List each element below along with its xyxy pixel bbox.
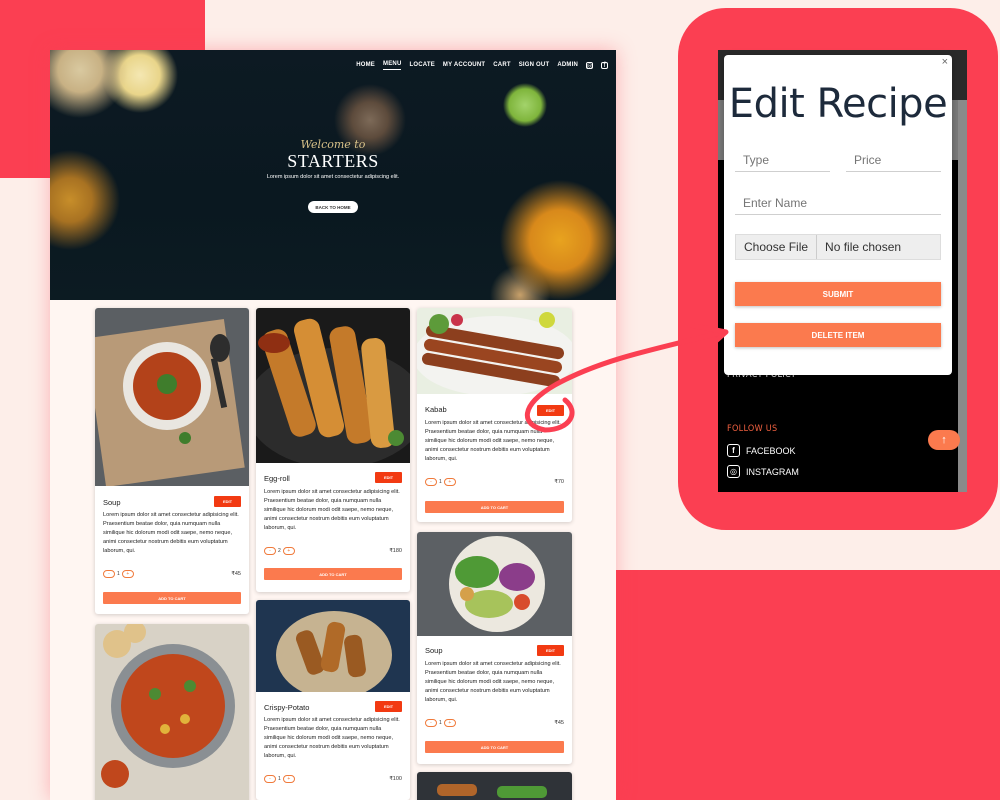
nav-menu[interactable]: MENU bbox=[383, 61, 402, 70]
hero-subtitle: Lorem ipsum dolor sit amet consectetur a… bbox=[266, 174, 400, 180]
increment-button[interactable]: + bbox=[282, 775, 295, 783]
price: ₹100 bbox=[389, 776, 402, 782]
card-title: Soup bbox=[425, 646, 443, 655]
card-description: Lorem ipsum dolor sit amet consectetur a… bbox=[103, 512, 239, 554]
quantity-value: 2 bbox=[278, 548, 281, 554]
quantity-value: 1 bbox=[117, 571, 120, 577]
instagram-link[interactable]: ◎ INSTAGRAM bbox=[727, 465, 799, 478]
facebook-icon[interactable]: f bbox=[601, 62, 608, 69]
card-title: Kabab bbox=[425, 405, 447, 414]
quantity-value: 1 bbox=[439, 479, 442, 485]
increment-button[interactable]: + bbox=[282, 547, 295, 555]
delete-item-button[interactable]: DELETE ITEM bbox=[735, 323, 941, 347]
add-to-cart-button[interactable]: ADD TO CART bbox=[264, 568, 402, 580]
follow-us-heading: FOLLOW US bbox=[727, 424, 778, 434]
egg-roll-image bbox=[256, 308, 410, 463]
card-title: Crispy-Potato bbox=[264, 703, 310, 712]
nav-home[interactable]: HOME bbox=[356, 62, 375, 70]
soup-image bbox=[95, 308, 249, 486]
quantity-value: 1 bbox=[278, 776, 281, 782]
decrement-button[interactable]: - bbox=[425, 478, 437, 486]
price: ₹180 bbox=[389, 548, 402, 554]
edit-recipe-modal: × Edit Recipe Choose File No file chosen… bbox=[724, 55, 952, 375]
add-to-cart-button[interactable]: ADD TO CART bbox=[425, 501, 564, 513]
name-input[interactable] bbox=[735, 192, 941, 215]
salad-image bbox=[417, 532, 572, 636]
top-nav: HOME MENU LOCATE MY ACCOUNT CART SIGN OU… bbox=[356, 61, 608, 70]
price: ₹45 bbox=[231, 571, 241, 577]
hero-banner: HOME MENU LOCATE MY ACCOUNT CART SIGN OU… bbox=[50, 50, 616, 300]
edit-button[interactable]: EDIT bbox=[537, 645, 564, 656]
type-input[interactable] bbox=[735, 149, 830, 172]
card-title: Egg-roll bbox=[264, 474, 290, 483]
edit-button[interactable]: EDIT bbox=[537, 405, 564, 416]
back-to-home-button[interactable]: BACK TO HOME bbox=[308, 201, 358, 213]
decrement-button[interactable]: - bbox=[103, 570, 115, 578]
decrement-button[interactable]: - bbox=[264, 547, 276, 555]
close-icon[interactable]: × bbox=[942, 56, 948, 68]
card-title: Soup bbox=[103, 498, 121, 507]
file-input[interactable]: Choose File No file chosen bbox=[735, 234, 941, 260]
nav-locate[interactable]: LOCATE bbox=[409, 62, 434, 70]
quantity-stepper: - 1 + bbox=[103, 570, 134, 578]
scroll-to-top-button[interactable]: ↑ bbox=[928, 430, 960, 450]
increment-button[interactable]: + bbox=[443, 478, 456, 486]
menu-card-crispy-potato: Crispy-Potato EDIT Lorem ipsum dolor sit… bbox=[256, 600, 410, 800]
food-image bbox=[417, 772, 572, 800]
stew-image bbox=[95, 624, 249, 800]
quantity-stepper: - 1 + bbox=[425, 478, 456, 486]
menu-page-screenshot: HOME MENU LOCATE MY ACCOUNT CART SIGN OU… bbox=[50, 50, 616, 800]
nav-sign-out[interactable]: SIGN OUT bbox=[519, 62, 550, 70]
card-description: Lorem ipsum dolor sit amet consectetur a… bbox=[264, 489, 400, 531]
edit-button[interactable]: EDIT bbox=[214, 496, 241, 507]
quantity-stepper: - 1 + bbox=[264, 775, 295, 783]
facebook-link[interactable]: f FACEBOOK bbox=[727, 444, 796, 457]
increment-button[interactable]: + bbox=[443, 719, 456, 727]
card-description: Lorem ipsum dolor sit amet consectetur a… bbox=[425, 661, 561, 703]
card-description: Lorem ipsum dolor sit amet consectetur a… bbox=[425, 420, 561, 462]
choose-file-button[interactable]: Choose File bbox=[736, 235, 818, 259]
menu-card-soup: Soup EDIT Lorem ipsum dolor sit amet con… bbox=[95, 308, 249, 614]
decrement-button[interactable]: - bbox=[425, 719, 437, 727]
submit-button[interactable]: SUBMIT bbox=[735, 282, 941, 306]
instagram-icon: ◎ bbox=[727, 465, 740, 478]
menu-card-partial bbox=[417, 772, 572, 800]
instagram-label: INSTAGRAM bbox=[746, 466, 799, 477]
add-to-cart-button[interactable]: ADD TO CART bbox=[103, 592, 241, 604]
card-description: Lorem ipsum dolor sit amet consectetur a… bbox=[264, 717, 400, 759]
facebook-label: FACEBOOK bbox=[746, 445, 796, 456]
file-status: No file chosen bbox=[825, 240, 902, 254]
instagram-icon[interactable]: ◎ bbox=[586, 62, 593, 70]
quantity-stepper: - 2 + bbox=[264, 547, 295, 555]
nav-cart[interactable]: CART bbox=[493, 62, 510, 70]
decrement-button[interactable]: - bbox=[264, 775, 276, 783]
quantity-value: 1 bbox=[439, 720, 442, 726]
kabab-image bbox=[417, 308, 572, 394]
hero-welcome: Welcome to bbox=[300, 138, 366, 151]
edit-button[interactable]: EDIT bbox=[375, 701, 402, 712]
price-input[interactable] bbox=[846, 149, 941, 172]
menu-card-salad-soup: Soup EDIT Lorem ipsum dolor sit amet con… bbox=[417, 532, 572, 764]
quantity-stepper: - 1 + bbox=[425, 719, 456, 727]
increment-button[interactable]: + bbox=[121, 570, 134, 578]
crispy-potato-image bbox=[256, 600, 410, 692]
price: ₹45 bbox=[554, 720, 564, 726]
nav-admin[interactable]: ADMIN bbox=[557, 62, 578, 70]
menu-card-kabab: Kabab EDIT Lorem ipsum dolor sit amet co… bbox=[417, 308, 572, 522]
menu-card-egg-roll: Egg-roll EDIT Lorem ipsum dolor sit amet… bbox=[256, 308, 410, 592]
facebook-icon: f bbox=[727, 444, 740, 457]
decor-block-bottom-right bbox=[615, 570, 1000, 800]
price: ₹70 bbox=[554, 479, 564, 485]
hero-title: STARTERS bbox=[287, 151, 379, 171]
menu-card-stew bbox=[95, 624, 249, 800]
edit-button[interactable]: EDIT bbox=[375, 472, 402, 483]
modal-title: Edit Recipe bbox=[728, 81, 948, 127]
phone-scrollbar[interactable] bbox=[958, 100, 967, 492]
add-to-cart-button[interactable]: ADD TO CART bbox=[425, 741, 564, 753]
nav-my-account[interactable]: MY ACCOUNT bbox=[443, 62, 485, 70]
